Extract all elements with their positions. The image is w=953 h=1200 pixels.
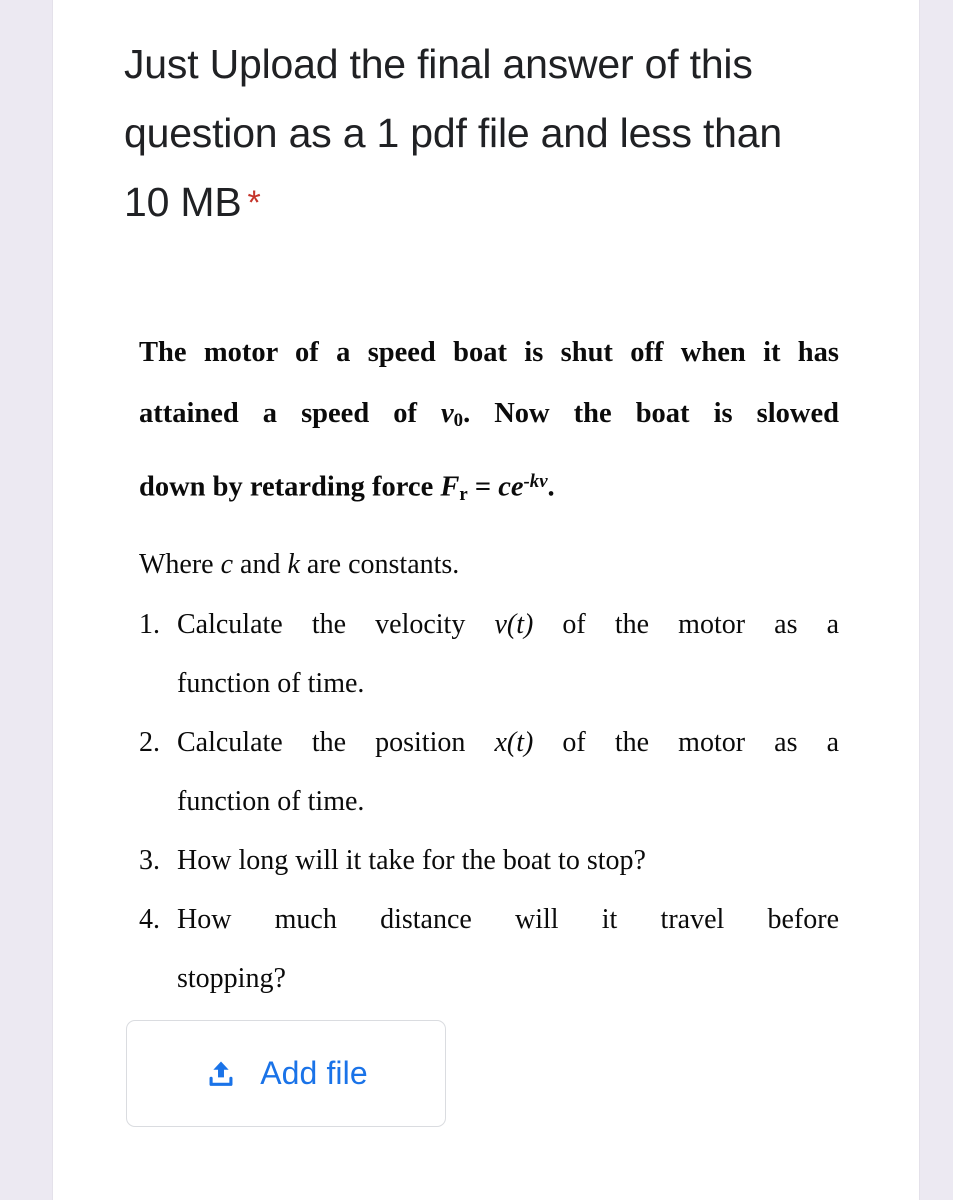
constant-k: k	[287, 548, 300, 580]
constants-note-pre: Where	[139, 548, 221, 580]
list-item-number: 3.	[139, 844, 160, 876]
list-item-2-post: of the motor as a	[533, 726, 839, 758]
question-card: Just Upload the final answer of this que…	[52, 0, 920, 1200]
list-item: 2. Calculate the position x(t) of the mo…	[139, 713, 839, 831]
statement-line-2: attained a speed of v0. Now the boat is …	[139, 383, 839, 451]
statement-line-2-pre: attained a speed of	[139, 398, 441, 429]
list-item-line-1: How much distance will it travel before	[177, 903, 839, 935]
list-item-2-pre: Calculate the position	[177, 726, 495, 758]
exponent-minus-kv: -kv	[523, 471, 548, 493]
list-item-1-pre: Calculate the velocity	[177, 608, 495, 640]
list-item-line-2: function of time.	[177, 785, 365, 817]
list-item-line-2: function of time.	[177, 667, 365, 699]
variable-F-subscript: r	[459, 483, 468, 505]
constant-c: c	[220, 548, 234, 580]
statement-line-3-period: .	[547, 471, 555, 503]
page-root: Just Upload the final answer of this que…	[0, 0, 953, 1200]
variable-x-of-t: x(t)	[494, 726, 534, 758]
variable-v0-subscript: 0	[453, 410, 464, 432]
statement-line-3-pre: down by retarding force	[139, 471, 441, 503]
expression-ce: ce	[498, 471, 524, 503]
list-item: 3. How long will it take for the boat to…	[139, 831, 839, 890]
constants-note-and: and	[233, 548, 288, 580]
list-item-line-1: Calculate the velocity v(t) of the motor…	[177, 595, 839, 654]
list-item-line-1: How long will it take for the boat to st…	[177, 844, 646, 876]
equals-sign: =	[467, 471, 499, 503]
add-file-button[interactable]: Add file	[126, 1020, 446, 1127]
question-title-text: Just Upload the final answer of this que…	[124, 41, 782, 225]
variable-F: F	[440, 471, 460, 503]
sub-question-list: 1. Calculate the velocity v(t) of the mo…	[139, 595, 839, 1008]
list-item-number: 4.	[139, 903, 160, 935]
list-item-line-2: stopping?	[177, 962, 286, 994]
list-item-number: 1.	[139, 608, 160, 640]
required-asterisk: *	[247, 184, 261, 222]
problem-statement: The motor of a speed boat is shut off wh…	[139, 322, 839, 525]
constants-note-post: are constants.	[299, 548, 460, 580]
list-item: 4. How much distance will it travel befo…	[139, 890, 839, 1008]
list-item-line-1: Calculate the position x(t) of the motor…	[177, 713, 839, 772]
problem-statement-image: The motor of a speed boat is shut off wh…	[139, 322, 839, 1008]
variable-v-of-t: v(t)	[494, 608, 534, 640]
list-item-1-post: of the motor as a	[533, 608, 840, 640]
variable-v0: v	[441, 398, 454, 429]
question-title: Just Upload the final answer of this que…	[124, 30, 824, 238]
add-file-label: Add file	[260, 1055, 368, 1091]
statement-line-2-post: . Now the boat is slowed	[463, 398, 839, 429]
constants-note: Where c and k are constants.	[139, 525, 839, 595]
statement-line-1: The motor of a speed boat is shut off wh…	[139, 337, 839, 368]
list-item-number: 2.	[139, 726, 160, 758]
statement-line-3: down by retarding force Fr = ce-kv.	[139, 451, 839, 525]
list-item: 1. Calculate the velocity v(t) of the mo…	[139, 595, 839, 713]
file-upload-icon	[204, 1057, 238, 1091]
